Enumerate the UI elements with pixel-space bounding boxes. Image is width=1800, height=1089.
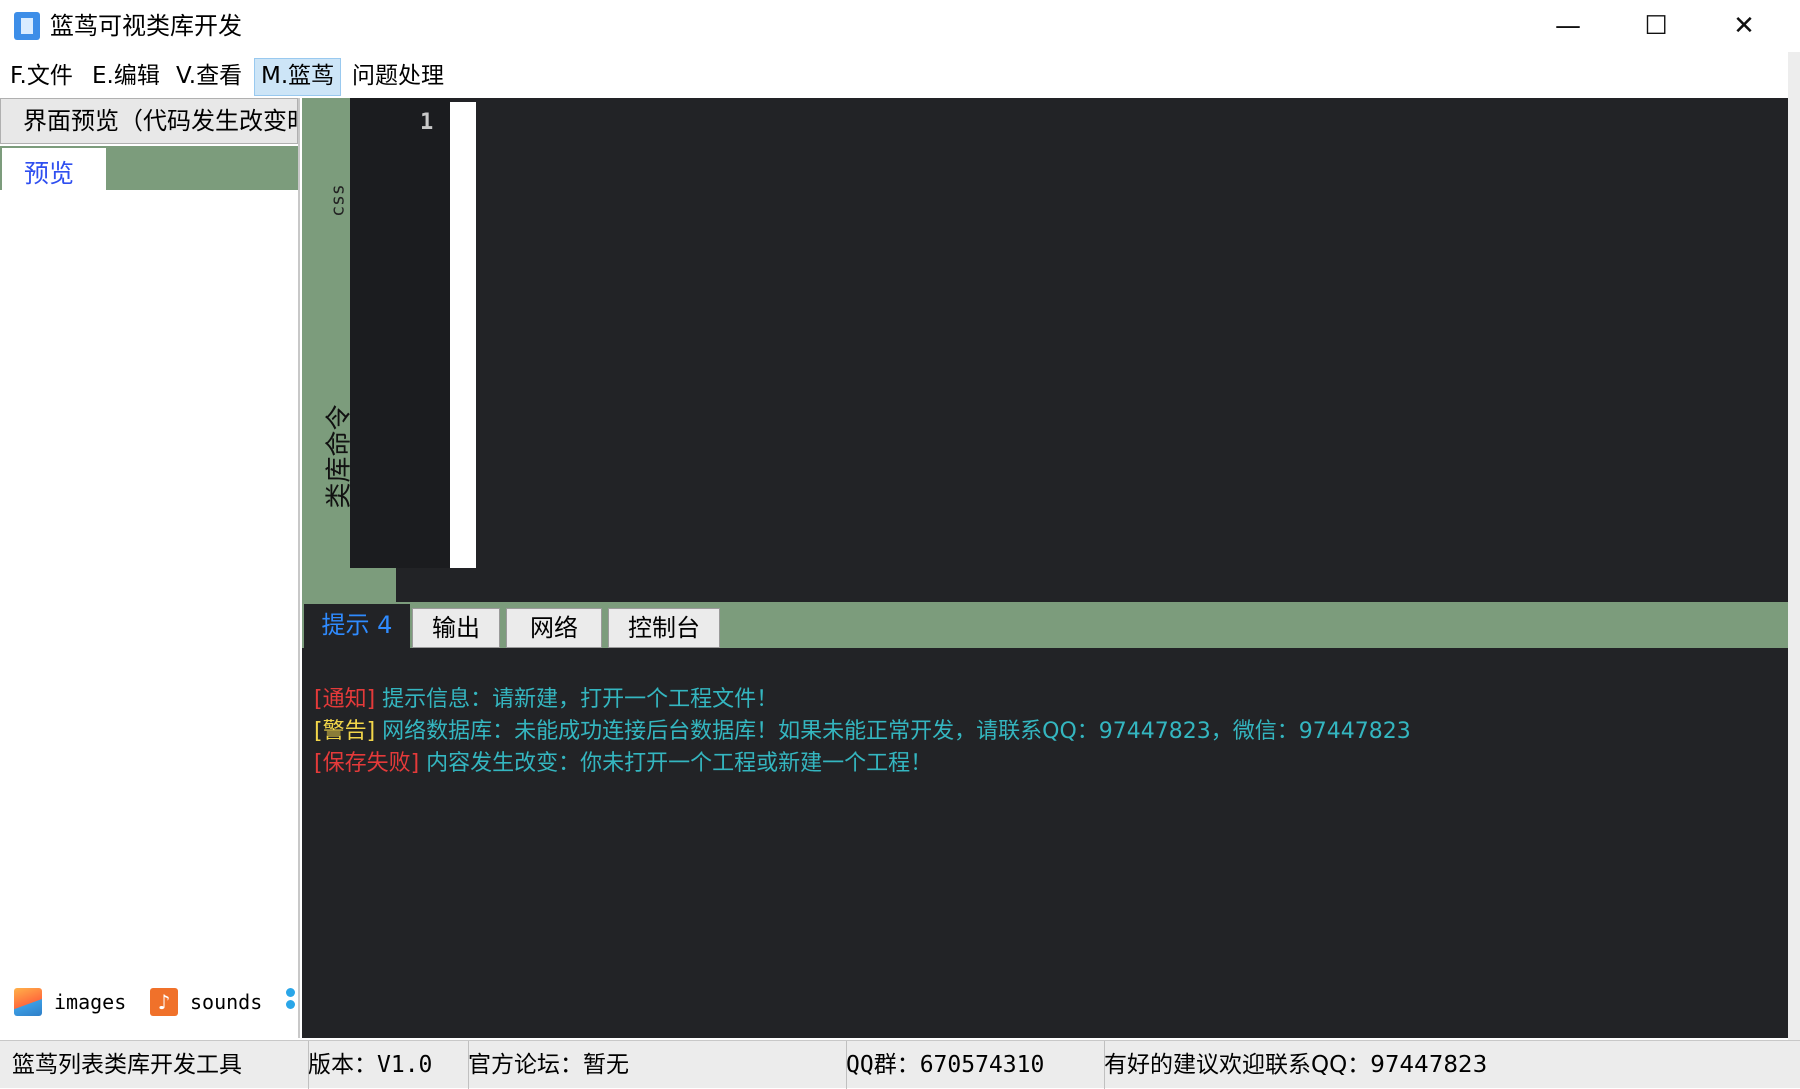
editor-cursor-column: [450, 102, 476, 568]
window-right-edge: [1788, 52, 1800, 1040]
minimize-button[interactable]: —: [1524, 0, 1612, 52]
image-icon: [14, 988, 42, 1016]
music-note-icon: ♪: [150, 988, 178, 1016]
message-text: 提示信息：请新建，打开一个工程文件！: [382, 687, 779, 712]
app-document-icon: [14, 12, 40, 40]
status-tool-name: 篮茑列表类库开发工具: [0, 1041, 309, 1089]
message-text: 网络数据库：未能成功连接后台数据库！如果未能正常开发，请联系QQ：9744782…: [382, 719, 1411, 744]
line-number-gutter: [350, 98, 450, 568]
message-tag: [警告]: [314, 719, 376, 744]
side-tab-library-commands[interactable]: 类库命令: [310, 390, 360, 520]
menu-edit[interactable]: E.编辑: [86, 58, 166, 94]
asset-label: sounds: [190, 990, 263, 1014]
line-number: 1: [420, 110, 434, 135]
menu-file[interactable]: F.文件: [4, 58, 79, 94]
window-title: 篮茑可视类库开发: [50, 12, 242, 40]
code-editor[interactable]: [396, 98, 1788, 602]
menu-bar: F.文件 E.编辑 V.查看 M.篮茑 问题处理: [0, 58, 1800, 96]
close-button[interactable]: ✕: [1700, 0, 1788, 52]
tab-console[interactable]: 控制台: [608, 608, 720, 648]
maximize-button[interactable]: ☐: [1612, 0, 1700, 52]
tab-network[interactable]: 网络: [506, 608, 602, 648]
menu-view[interactable]: V.查看: [170, 58, 248, 94]
message-line: [警告] 网络数据库：未能成功连接后台数据库！如果未能正常开发，请联系QQ：97…: [314, 716, 1776, 748]
status-forum: 官方论坛：暂无: [456, 1041, 847, 1089]
message-tag: [保存失败]: [314, 751, 420, 776]
message-text: 内容发生改变：你未打开一个工程或新建一个工程！: [426, 751, 933, 776]
tab-preview[interactable]: 预览: [2, 148, 106, 192]
message-line: [通知] 提示信息：请新建，打开一个工程文件！: [314, 684, 1776, 716]
side-tab-css-label: css: [327, 184, 349, 217]
message-tag: [通知]: [314, 687, 376, 712]
tab-hints[interactable]: 提示 4: [304, 604, 410, 648]
tab-output[interactable]: 输出: [412, 608, 500, 648]
title-bar: 篮茑可视类库开发 — ☐ ✕: [0, 0, 1800, 52]
asset-folder-images[interactable]: images: [14, 984, 126, 1020]
side-tab-css[interactable]: css: [310, 170, 360, 250]
menu-issue-handling[interactable]: 问题处理: [346, 58, 450, 94]
message-console: [通知] 提示信息：请新建，打开一个工程文件！ [警告] 网络数据库：未能成功连…: [302, 648, 1788, 1038]
preview-panel: 界面预览（代码发生改变时 预览 images ♪ sounds: [0, 98, 300, 1038]
status-bar: 篮茑列表类库开发工具 版本：V1.0 官方论坛：暂无 QQ群：670574310…: [0, 1040, 1800, 1089]
asset-label: images: [54, 990, 127, 1014]
tab-preview-label: 预览: [24, 159, 75, 188]
side-tab-library-label: 类库命令: [324, 404, 355, 509]
menu-lanniao[interactable]: M.篮茑: [254, 58, 342, 96]
more-assets-icon[interactable]: [284, 986, 296, 1018]
message-line: [保存失败] 内容发生改变：你未打开一个工程或新建一个工程！: [314, 748, 1776, 780]
status-suggestion-contact: 有好的建议欢迎联系QQ：97447823: [1104, 1052, 1488, 1078]
asset-folder-sounds[interactable]: ♪ sounds: [150, 984, 262, 1020]
status-version: 版本：V1.0: [296, 1041, 469, 1089]
preview-panel-header: 界面预览（代码发生改变时: [0, 98, 298, 144]
preview-panel-title: 界面预览（代码发生改变时: [23, 107, 298, 135]
status-qq-group: QQ群：670574310: [834, 1041, 1105, 1089]
